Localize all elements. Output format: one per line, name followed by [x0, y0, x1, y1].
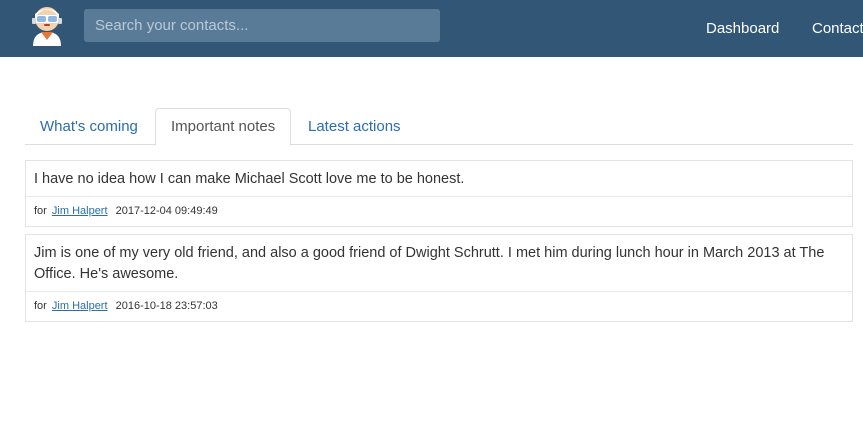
note-timestamp: 2016-10-18 23:57:03	[115, 300, 218, 312]
note-for-label: for	[34, 300, 47, 312]
top-navbar: Dashboard Contacts	[0, 0, 863, 57]
app-logo-icon[interactable]	[27, 4, 67, 48]
note-meta: for Jim Halpert 2016-10-18 23:57:03	[26, 291, 852, 321]
nav-dashboard-link[interactable]: Dashboard	[706, 20, 779, 37]
note-for-label: for	[34, 205, 47, 217]
note-contact-link[interactable]: Jim Halpert	[52, 205, 108, 217]
search-input[interactable]	[84, 9, 440, 42]
note-card: Jim is one of my very old friend, and al…	[25, 234, 853, 322]
tab-bar: What's coming Important notes Latest act…	[25, 108, 853, 146]
nav-contacts-link[interactable]: Contacts	[812, 20, 863, 37]
note-text: I have no idea how I can make Michael Sc…	[34, 171, 465, 187]
tab-important-notes[interactable]: Important notes	[155, 108, 292, 146]
note-meta: for Jim Halpert 2017-12-04 09:49:49	[26, 196, 852, 226]
note-text: Jim is one of my very old friend, and al…	[34, 245, 825, 282]
tab-latest-actions[interactable]: Latest actions	[293, 108, 416, 145]
note-timestamp: 2017-12-04 09:49:49	[115, 205, 218, 217]
note-card: I have no idea how I can make Michael Sc…	[25, 160, 853, 227]
note-contact-link[interactable]: Jim Halpert	[52, 300, 108, 312]
tab-whats-coming[interactable]: What's coming	[25, 108, 153, 145]
